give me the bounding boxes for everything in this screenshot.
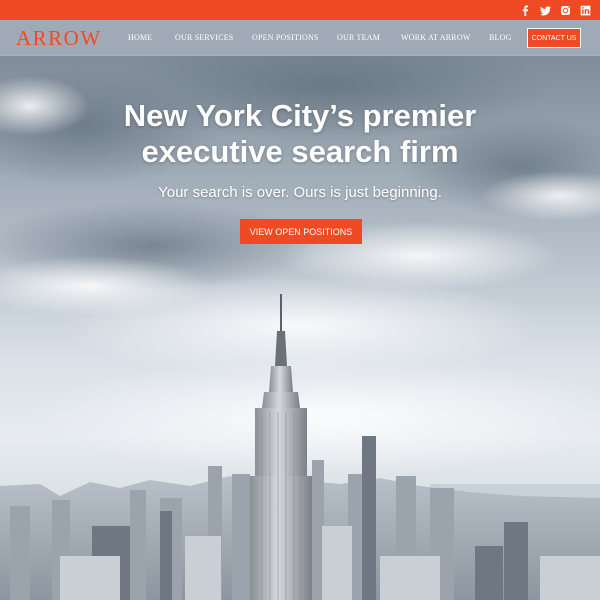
nav-item-work-at-arrow[interactable]: WORK AT ARROW xyxy=(401,33,471,42)
hero-headline: New York City’s premier executive search… xyxy=(0,98,600,170)
logo[interactable]: ARROW xyxy=(16,26,102,51)
hero-headline-line-1: New York City’s premier xyxy=(123,98,477,133)
instagram-icon[interactable] xyxy=(558,3,572,17)
nav-item-our-services[interactable]: OUR SERVICES xyxy=(175,33,233,42)
hero-section: New York City’s premier executive search… xyxy=(0,56,600,600)
nav-item-home[interactable]: HOME xyxy=(128,33,152,42)
hero-headline-line-2: executive search firm xyxy=(141,134,459,169)
facebook-icon[interactable] xyxy=(518,3,532,17)
social-bar xyxy=(0,0,600,20)
main-nav: ARROW HOME OUR SERVICES OPEN POSITIONS O… xyxy=(0,20,600,56)
view-open-positions-button[interactable]: VIEW OPEN POSITIONS xyxy=(240,219,362,244)
hero-subtitle: Your search is over. Ours is just beginn… xyxy=(158,184,442,201)
twitter-icon[interactable] xyxy=(538,3,552,17)
nav-item-blog[interactable]: BLOG xyxy=(489,33,512,42)
nav-item-our-team[interactable]: OUR TEAM xyxy=(337,33,380,42)
nav-item-open-positions[interactable]: OPEN POSITIONS xyxy=(252,33,319,42)
linkedin-icon[interactable] xyxy=(578,3,592,17)
contact-us-button[interactable]: CONTACT US xyxy=(527,28,581,48)
